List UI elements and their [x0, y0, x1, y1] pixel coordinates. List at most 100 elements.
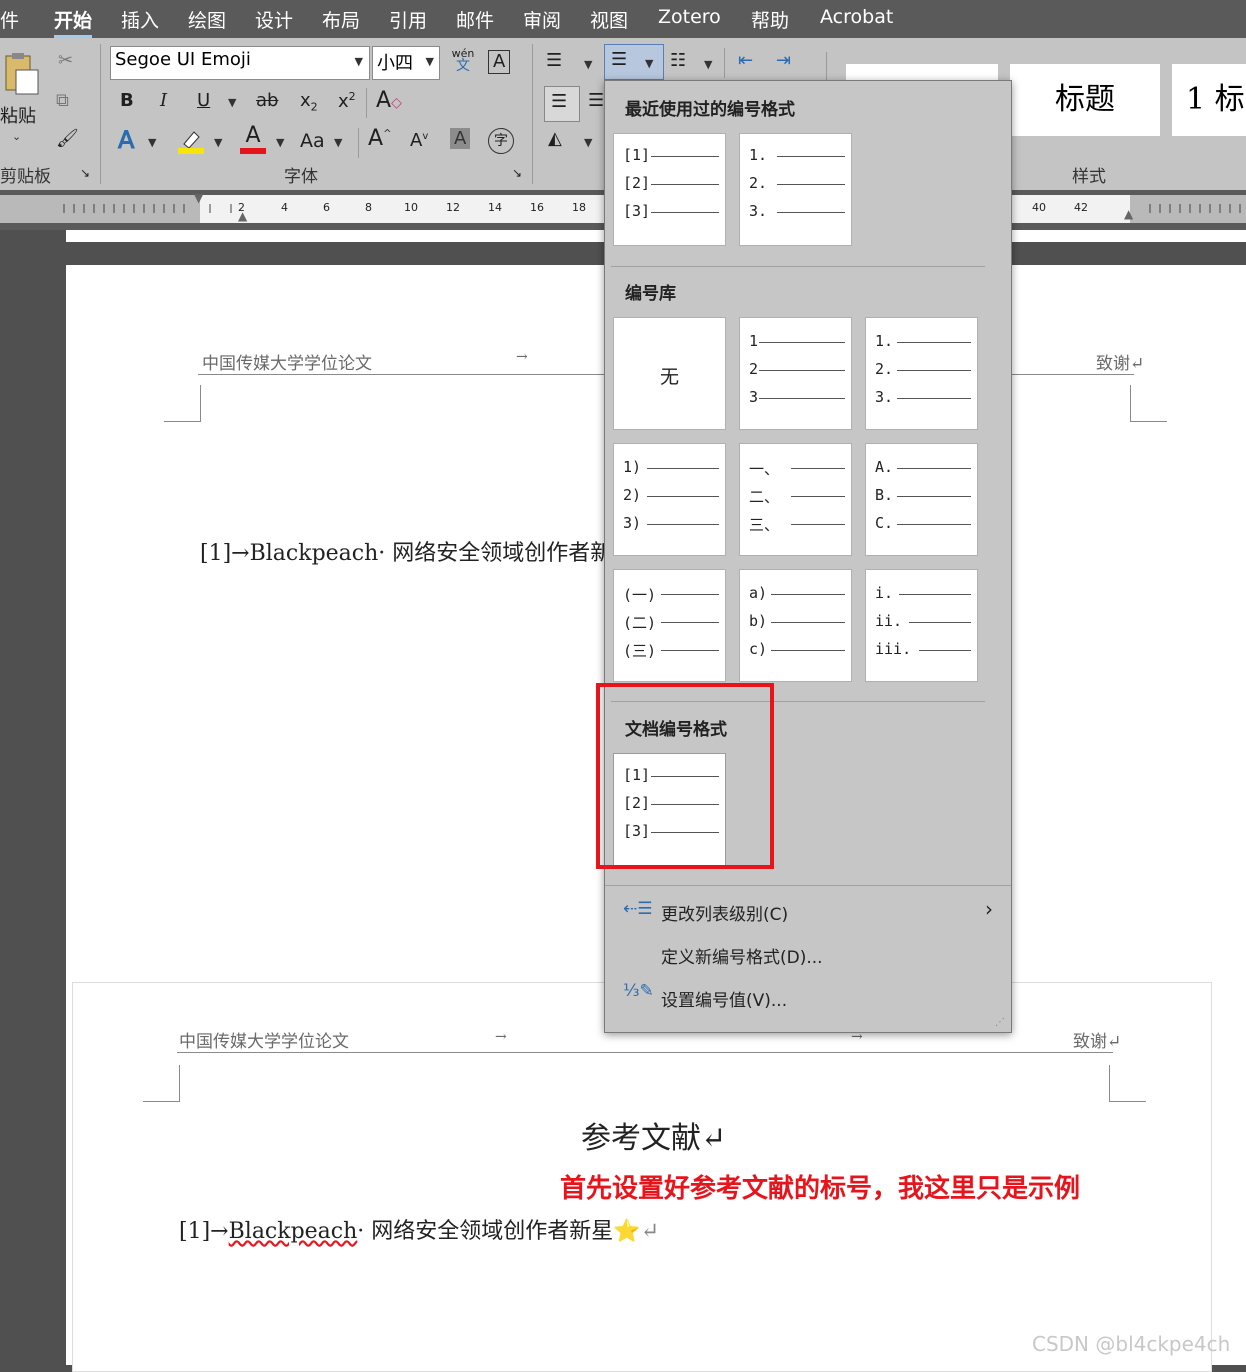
left-indent-marker[interactable]: ▲	[238, 209, 247, 223]
first-line-indent-marker[interactable]: ▼	[194, 191, 203, 205]
align-left-button[interactable]: ☰	[544, 86, 580, 122]
chevron-down-icon[interactable]: ▼	[334, 136, 342, 149]
reference-entry[interactable]: [1]→Blackpeach· 网络安全领域创作者新星⭐↵	[179, 1213, 659, 1245]
format-line	[897, 398, 971, 399]
library-format-chinese-paren[interactable]: (一) (二) (三)	[613, 569, 726, 682]
format-number: 1)	[623, 458, 642, 476]
font-color-icon[interactable]: A	[240, 124, 266, 154]
menu-zotero[interactable]: Zotero	[658, 6, 721, 28]
format-number: ii.	[875, 612, 903, 630]
font-size-select[interactable]: 小四 ▼	[372, 46, 440, 80]
bullets-icon[interactable]: ☰	[546, 50, 562, 71]
menu-home[interactable]: 开始	[54, 6, 93, 38]
enclose-character-button[interactable]: 字	[488, 128, 514, 154]
phonetic-guide-icon[interactable]: wén 文	[450, 48, 476, 74]
reference-entry[interactable]: [1]→Blackpeach· 网络安全领域创作者新	[200, 535, 612, 567]
library-format-lower-alpha[interactable]: a) b) c)	[739, 569, 852, 682]
menu-view[interactable]: 视图	[590, 6, 628, 33]
format-number: [3]	[623, 202, 651, 220]
multilevel-list-icon[interactable]: ☷	[670, 50, 686, 71]
shading-icon[interactable]: ◭	[548, 128, 562, 149]
menu-acrobat[interactable]: Acrobat	[820, 6, 893, 28]
library-format-roman[interactable]: i. ii. iii.	[865, 569, 978, 682]
character-border-icon[interactable]: A	[488, 50, 511, 74]
font-name-select[interactable]: Segoe UI Emoji ▼	[110, 46, 370, 80]
change-list-level-item[interactable]: ⇠☰ 更改列表级别(C) ›	[605, 893, 1011, 931]
change-case-button[interactable]: Aa	[300, 130, 325, 152]
copy-icon[interactable]: ⧉	[56, 90, 69, 111]
resize-grip-icon[interactable]: ⋰	[995, 1017, 1005, 1028]
format-number: B.	[875, 486, 894, 504]
ruler-number: 14	[488, 201, 502, 214]
clipboard-launcher-icon[interactable]: ↘	[80, 166, 90, 180]
header-rule	[177, 1052, 1113, 1053]
superscript-button[interactable]: x2	[338, 90, 356, 112]
recent-format-decimal[interactable]: 1. 2. 3.	[739, 133, 852, 246]
clear-formatting-icon[interactable]: A◇	[376, 88, 402, 113]
menu-design[interactable]: 设计	[255, 6, 293, 33]
font-launcher-icon[interactable]: ↘	[512, 166, 522, 180]
increase-indent-icon[interactable]: ⇥	[776, 50, 791, 71]
highlight-color-icon[interactable]	[178, 128, 204, 154]
chevron-down-icon[interactable]: ▼	[148, 136, 156, 149]
ruler-number: 40	[1032, 201, 1046, 214]
character-shading-button[interactable]: A	[450, 128, 471, 149]
library-format-number[interactable]: 1 2 3	[739, 317, 852, 430]
chevron-down-icon[interactable]: ▼	[584, 136, 592, 149]
format-number: 三、	[749, 516, 780, 534]
menu-file[interactable]: 件	[0, 6, 19, 33]
menu-insert[interactable]: 插入	[121, 6, 159, 33]
reference-author: Blackpeach	[228, 1219, 358, 1244]
menu-draw[interactable]: 绘图	[188, 6, 226, 33]
chevron-down-icon[interactable]: ▼	[214, 136, 222, 149]
chevron-down-icon[interactable]: ▼	[228, 96, 236, 109]
shrink-font-button[interactable]: Av	[410, 130, 428, 151]
menu-layout[interactable]: 布局	[322, 6, 360, 33]
library-format-none[interactable]: 无	[613, 317, 726, 430]
strikethrough-button[interactable]: ab	[256, 90, 278, 111]
numbering-button[interactable]: ☰ ▼	[604, 44, 664, 80]
italic-button[interactable]: I	[160, 90, 167, 111]
format-line	[647, 496, 719, 497]
subscript-mark: 2	[310, 100, 318, 114]
format-line	[909, 622, 971, 623]
menu-help[interactable]: 帮助	[751, 6, 789, 33]
grow-font-button[interactable]: A^	[368, 126, 391, 151]
align-left-icon: ☰	[551, 91, 568, 112]
chevron-down-icon[interactable]: ▼	[704, 58, 712, 71]
bold-button[interactable]: B	[120, 90, 134, 111]
menu-references[interactable]: 引用	[389, 6, 427, 33]
align-center-icon[interactable]: ☰	[588, 90, 604, 111]
style-heading-1[interactable]: 1 标	[1172, 64, 1246, 136]
format-line	[777, 156, 845, 157]
format-line	[647, 524, 719, 525]
recent-format-bracketed[interactable]: [1] [2] [3]	[613, 133, 726, 246]
chevron-down-icon[interactable]: ▼	[276, 136, 284, 149]
paste-label[interactable]: 粘贴	[0, 102, 36, 128]
format-line	[919, 650, 971, 651]
library-format-decimal[interactable]: 1. 2. 3.	[865, 317, 978, 430]
menu-mailings[interactable]: 邮件	[456, 6, 494, 33]
set-numbering-value-item[interactable]: ⅓✎ 设置编号值(V)...	[605, 979, 1011, 1017]
style-title[interactable]: 标题	[1010, 64, 1160, 136]
cut-icon[interactable]: ✂	[58, 50, 73, 71]
paste-icon[interactable]	[2, 52, 42, 96]
chevron-down-icon[interactable]: ▼	[584, 58, 592, 71]
library-format-paren[interactable]: 1) 2) 3)	[613, 443, 726, 556]
format-painter-icon[interactable]: 🖌	[56, 128, 79, 149]
menu-bar: 件 开始 插入 绘图 设计 布局 引用 邮件 审阅 视图 Zotero 帮助 A…	[0, 0, 1246, 38]
library-format-chinese[interactable]: 一、 二、 三、	[739, 443, 852, 556]
menu-review[interactable]: 审阅	[523, 6, 561, 33]
format-line	[661, 622, 719, 623]
decrease-indent-icon[interactable]: ⇤	[738, 50, 753, 71]
format-line	[897, 468, 971, 469]
paste-dropdown-icon[interactable]: ⌄	[12, 130, 21, 143]
text-effects-icon[interactable]: A	[117, 126, 134, 155]
subscript-button[interactable]: x2	[300, 90, 318, 114]
subscript-x: x	[300, 90, 311, 111]
define-new-format-item[interactable]: 定义新编号格式(D)...	[605, 937, 1011, 975]
underline-button[interactable]: U	[197, 90, 210, 111]
format-line	[759, 398, 845, 399]
library-format-upper-alpha[interactable]: A. B. C.	[865, 443, 978, 556]
right-indent-marker[interactable]: ▲	[1124, 207, 1133, 221]
